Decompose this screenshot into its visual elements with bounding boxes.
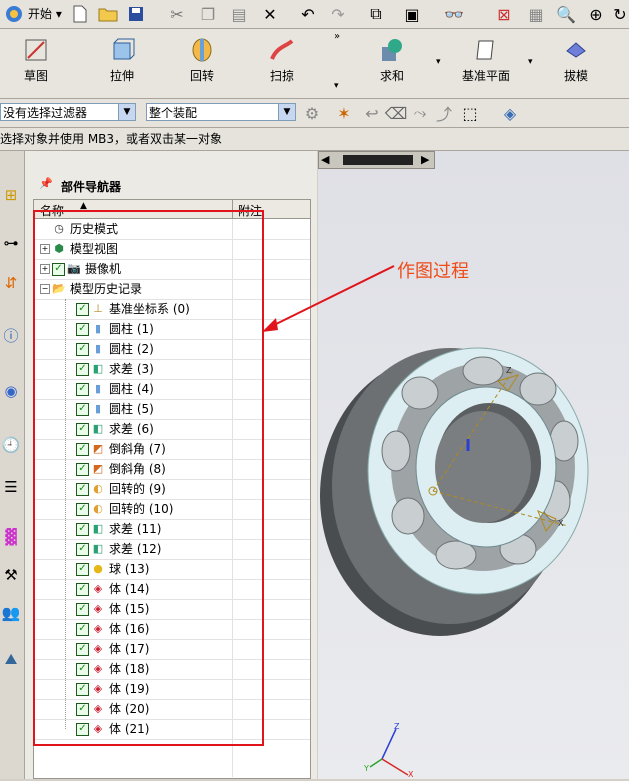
app-logo-icon[interactable]: [2, 2, 26, 26]
select-body-icon[interactable]: ⤴: [432, 101, 456, 125]
extrude-button[interactable]: 拉伸: [92, 33, 152, 93]
svg-text:X: X: [408, 770, 414, 779]
display-icon[interactable]: ▣: [400, 2, 424, 26]
chevron-down-icon: ▼: [278, 104, 295, 120]
draft-label: 拔模: [563, 69, 588, 83]
toolbar-overflow-icon[interactable]: »: [334, 31, 340, 42]
assembly-navigator-icon[interactable]: ⊞: [0, 181, 22, 209]
sweep-button[interactable]: 扫掠: [252, 33, 312, 93]
resource-bar: ⊞ ⊶ ⇵ ⓘ ◉ 🕘 ☰ ▓ ⚒ 👥 ⛰: [0, 151, 25, 779]
web-browser-icon[interactable]: ◉: [0, 377, 22, 405]
navigator-header: 📌 部件导航器: [25, 169, 317, 199]
eraser-icon[interactable]: ⌫: [384, 101, 408, 125]
zoom-icon[interactable]: 🔍: [554, 2, 578, 26]
extrude-label: 拉伸: [109, 69, 134, 83]
history-clock-icon[interactable]: 🕘: [0, 431, 22, 459]
datum-plane-button[interactable]: 基准平面: [456, 33, 516, 93]
start-label: 开始: [28, 7, 53, 21]
copy-icon[interactable]: ❐: [196, 2, 220, 26]
svg-text:X: X: [558, 519, 564, 528]
cut-icon[interactable]: ✂: [165, 2, 189, 26]
sweep-label: 扫掠: [269, 69, 294, 83]
system-scenes-icon[interactable]: ⛰: [0, 645, 22, 673]
delete-icon[interactable]: ✕: [258, 2, 282, 26]
rectangle-select-icon[interactable]: ⬚: [458, 101, 482, 125]
toolbar-dropdown-icon[interactable]: ▾: [334, 81, 339, 91]
bearing-model[interactable]: Z X: [318, 321, 629, 781]
redo-icon[interactable]: ↷: [326, 2, 350, 26]
selection-scope-select[interactable]: 整个装配 ▼: [146, 103, 296, 121]
standard-toolbar: 开始 ▾ ✂ ❐ ▤ ✕ ↶ ↷ ⧉ ▣ 👓 ⊠ ▦ 🔍 ⊕ ↻: [0, 0, 629, 29]
extrude-icon: [113, 38, 135, 60]
datum-plane-label: 基准平面: [461, 69, 510, 83]
view-triad: Z X Y: [363, 722, 414, 779]
reuse-library-icon[interactable]: ☰: [0, 473, 22, 501]
feature-toolbar: 草图 拉伸 回转 扫掠 » ▾ 求和 ▾ 基准平面 ▾ 拔模: [0, 29, 629, 99]
unite-icon: [382, 39, 402, 61]
svg-text:Y: Y: [363, 764, 369, 773]
selection-bar: 没有选择过滤器 ▼ 整个装配 ▼ ⚙ ✶ ↩ ⌫ ⤳ ⤴ ⬚ ◈: [0, 99, 629, 128]
scroll-left-icon[interactable]: ◀: [321, 153, 329, 166]
draft-icon: [566, 42, 586, 58]
navigator-title: 部件导航器: [61, 180, 122, 194]
scroll-thumb[interactable]: [343, 155, 413, 165]
palette-icon[interactable]: ▓: [0, 523, 22, 551]
cue-line: 选择对象并使用 MB3，或者双击某一对象: [0, 128, 629, 151]
roles-icon[interactable]: 👥: [0, 599, 22, 627]
type-filter-value: 没有选择过滤器: [3, 106, 88, 120]
type-filter-select[interactable]: 没有选择过滤器 ▼: [0, 103, 136, 121]
annotation-arrow: [262, 265, 395, 332]
arrow-icon[interactable]: ↩: [360, 101, 384, 125]
rotate-icon[interactable]: ↻: [608, 2, 629, 26]
save-icon[interactable]: [124, 2, 148, 26]
scroll-right-icon[interactable]: ▶: [421, 153, 429, 166]
zoom-window-icon[interactable]: ▦: [524, 2, 548, 26]
paste-icon[interactable]: ▤: [227, 2, 251, 26]
fit-icon[interactable]: ⊠: [492, 2, 516, 26]
selection-scope-value: 整个装配: [149, 106, 198, 120]
zoom-in-icon[interactable]: ⊕: [584, 2, 608, 26]
ops-icon[interactable]: ⧉: [364, 2, 388, 26]
sketch-button[interactable]: 草图: [6, 33, 66, 93]
draft-button[interactable]: 拔模: [546, 33, 606, 93]
chevron-down-icon: ▼: [118, 104, 135, 120]
new-file-icon[interactable]: [68, 2, 92, 26]
filter-settings-icon[interactable]: ⚙: [300, 101, 324, 125]
svg-text:Z: Z: [506, 366, 512, 375]
constraint-navigator-icon[interactable]: ⊶: [0, 229, 22, 257]
revolve-icon: [192, 38, 212, 62]
snap-icon[interactable]: ✶: [332, 101, 356, 125]
datum-dropdown-icon[interactable]: ▾: [528, 57, 533, 67]
history-highlight-box: [33, 210, 264, 746]
tab-scrollbar[interactable]: ◀ ▶: [318, 151, 435, 169]
pin-icon[interactable]: 📌: [39, 177, 53, 190]
graphics-window[interactable]: ◀ ▶ Z X Z X Y: [318, 151, 629, 779]
process-studio-icon[interactable]: ⚒: [0, 561, 22, 589]
revolve-button[interactable]: 回转: [172, 33, 232, 93]
unite-dropdown-icon[interactable]: ▾: [436, 57, 441, 67]
unite-button[interactable]: 求和: [362, 33, 422, 93]
sketch-label: 草图: [23, 69, 48, 83]
select-feature-icon[interactable]: ⤳: [408, 101, 432, 125]
sweep-icon: [270, 39, 294, 60]
info-icon[interactable]: ⓘ: [0, 321, 22, 349]
svg-text:Z: Z: [394, 722, 400, 731]
annotation-label: 作图过程: [397, 261, 469, 282]
open-folder-icon[interactable]: [96, 2, 120, 26]
unite-label: 求和: [379, 69, 404, 83]
undo-icon[interactable]: ↶: [296, 2, 320, 26]
cube-icon[interactable]: ◈: [498, 101, 522, 125]
sketch-icon: [25, 39, 47, 61]
start-menu[interactable]: 开始 ▾: [28, 5, 62, 22]
part-navigator-icon[interactable]: ⇵: [0, 269, 22, 297]
datum-plane-icon: [476, 40, 494, 60]
binoculars-icon[interactable]: 👓: [442, 2, 466, 26]
revolve-label: 回转: [189, 69, 214, 83]
